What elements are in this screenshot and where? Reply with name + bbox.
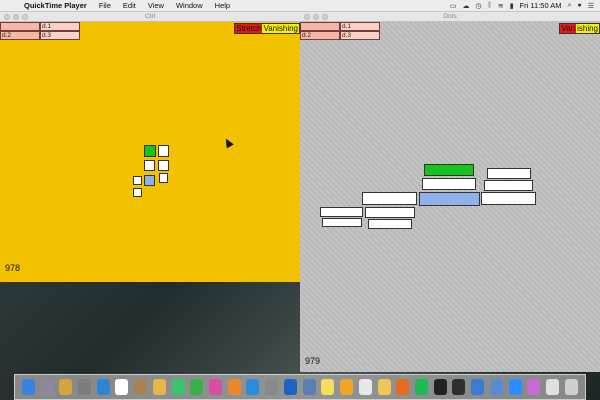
vanishing-badge-yellow: ishing (576, 24, 599, 33)
calendar-icon[interactable] (115, 379, 129, 395)
square[interactable] (158, 145, 169, 157)
chrome-icon[interactable] (59, 379, 73, 395)
target-bar[interactable] (424, 164, 474, 176)
mouse-cursor-icon (222, 136, 234, 149)
trash-icon[interactable] (564, 379, 578, 395)
square[interactable] (133, 188, 142, 197)
zoom-icon[interactable] (508, 379, 522, 395)
window-title: Dots (443, 13, 457, 20)
preview-icon[interactable] (302, 379, 316, 395)
selected-bar[interactable] (419, 192, 480, 206)
menu-window[interactable]: Window (170, 1, 209, 10)
contacts-icon[interactable] (134, 379, 148, 395)
notes-icon[interactable] (321, 379, 335, 395)
bar[interactable] (484, 180, 533, 191)
firefox-icon[interactable] (396, 379, 410, 395)
textedit-icon[interactable] (358, 379, 372, 395)
sketch-icon[interactable] (340, 379, 354, 395)
selected-square[interactable] (144, 175, 155, 186)
condition-table: d.1 d.2 d.3 (0, 22, 80, 40)
bar[interactable] (320, 207, 363, 217)
display-icon[interactable]: ▭ (450, 2, 457, 10)
bar[interactable] (481, 192, 536, 205)
battery-icon[interactable]: ▮ (510, 2, 514, 10)
finder-icon[interactable] (21, 379, 35, 395)
bar[interactable] (487, 168, 531, 179)
wifi-icon[interactable]: ≋ (498, 2, 504, 10)
table-cell: d.3 (340, 31, 380, 40)
ibooks-icon[interactable] (227, 379, 241, 395)
square[interactable] (144, 160, 155, 171)
bar[interactable] (368, 219, 412, 229)
square[interactable] (158, 160, 169, 171)
appstore-icon[interactable] (246, 379, 260, 395)
table-cell: d.2 (300, 31, 340, 40)
target-square[interactable] (144, 145, 156, 157)
timemachine-icon[interactable]: ◷ (476, 2, 482, 10)
search-icon[interactable]: ⌕ (568, 2, 572, 10)
square[interactable] (159, 173, 168, 183)
table-cell: d.1 (340, 22, 380, 31)
dots-window-titlebar[interactable]: Dots (300, 12, 600, 22)
spotify-icon[interactable] (414, 379, 428, 395)
pages-icon[interactable] (377, 379, 391, 395)
menu-help[interactable]: Help (209, 1, 236, 10)
photos-icon[interactable] (152, 379, 166, 395)
launchpad-icon[interactable] (40, 379, 54, 395)
window-title: Ctrl (144, 13, 156, 20)
teamviewer-icon[interactable] (283, 379, 297, 395)
vanishing-badge-red: Van (560, 24, 577, 33)
vanishing-badge: Vanishing (262, 24, 299, 33)
finder2-icon[interactable] (489, 379, 503, 395)
mode-badges: Stretch Vanishing (234, 23, 300, 34)
stretch-badge: Stretch (235, 24, 263, 33)
table-cell (0, 22, 40, 31)
itunes-icon[interactable] (209, 379, 223, 395)
status-area: ▭ ☁ ◷ ᛒ ≋ ▮ Fri 11:50 AM ⌕ ● ☰ (450, 1, 600, 10)
user-icon[interactable]: ● (577, 2, 581, 9)
cloud-icon[interactable]: ☁ (463, 2, 470, 10)
clock[interactable]: Fri 11:50 AM (520, 1, 562, 10)
square[interactable] (133, 176, 142, 185)
trial-counter: 979 (305, 356, 321, 366)
ctrl-window: Ctrl d.1 d.2 d.3 Stretch Vanishing 978 (0, 12, 300, 282)
dock (14, 374, 586, 400)
table-cell: d.2 (0, 31, 40, 40)
safari-icon[interactable] (96, 379, 110, 395)
table-cell: d.3 (40, 31, 80, 40)
menu-file[interactable]: File (93, 1, 117, 10)
bluetooth-icon[interactable]: ᛒ (488, 2, 492, 9)
bar[interactable] (422, 178, 476, 190)
trial-counter: 978 (5, 263, 21, 273)
menu-view[interactable]: View (142, 1, 170, 10)
menu-app-name[interactable]: QuickTime Player (18, 1, 93, 10)
facetime-icon[interactable] (190, 379, 204, 395)
ctrl-window-titlebar[interactable]: Ctrl (0, 12, 300, 22)
mode-badges: Van ishing (559, 23, 600, 34)
preferences-icon[interactable] (265, 379, 279, 395)
table-cell (300, 22, 340, 31)
bar[interactable] (365, 207, 415, 218)
menu-bar: QuickTime Player File Edit View Window H… (0, 0, 600, 12)
xcode-icon[interactable] (471, 379, 485, 395)
folder-icon[interactable] (545, 379, 559, 395)
terminal-icon[interactable] (433, 379, 447, 395)
bar[interactable] (322, 218, 362, 227)
menu-edit[interactable]: Edit (117, 1, 142, 10)
condition-table: d.1 d.2 d.3 (300, 22, 380, 40)
bar[interactable] (362, 192, 417, 205)
activity-icon[interactable] (452, 379, 466, 395)
colorsync-icon[interactable] (527, 379, 541, 395)
dots-window: Dots d.1 d.2 d.3 Van ishing 979 (300, 12, 600, 372)
list-icon[interactable]: ☰ (588, 2, 594, 10)
table-cell: d.1 (40, 22, 80, 31)
messages-icon[interactable] (171, 379, 185, 395)
rocket-icon[interactable] (78, 379, 92, 395)
